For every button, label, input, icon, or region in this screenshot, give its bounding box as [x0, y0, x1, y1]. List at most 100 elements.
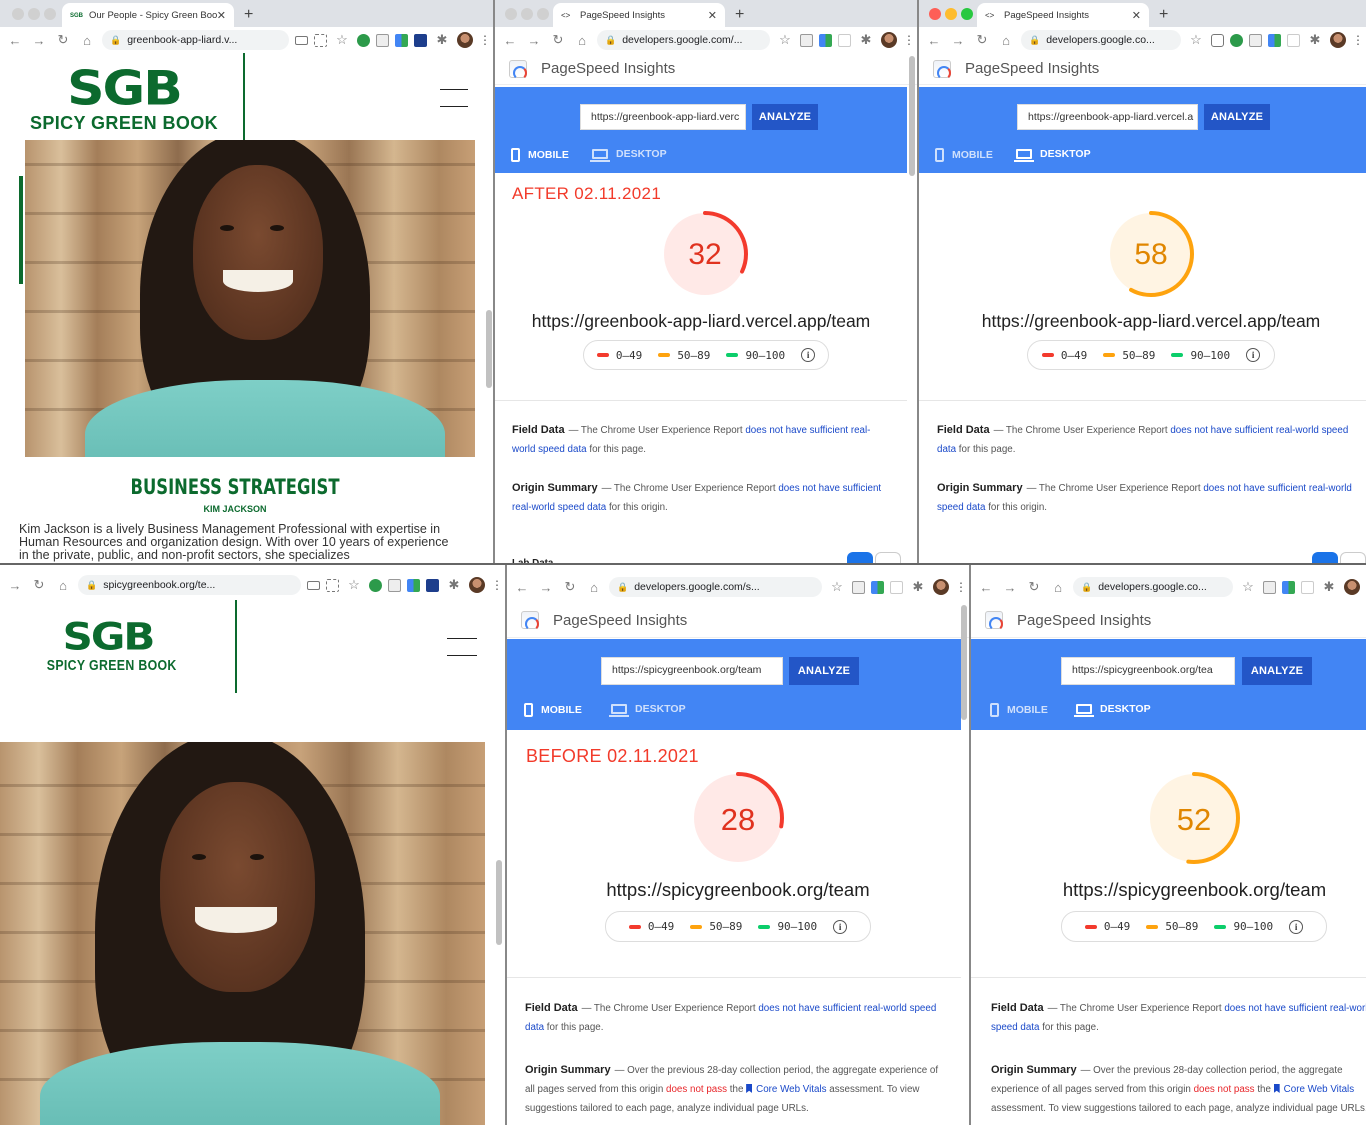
- reload-icon[interactable]: ↻: [30, 577, 48, 593]
- back-icon[interactable]: ←: [925, 33, 943, 48]
- home-icon[interactable]: ⌂: [585, 580, 603, 595]
- scrollbar[interactable]: [496, 860, 502, 945]
- forward-icon[interactable]: →: [949, 33, 967, 48]
- close-tab-icon[interactable]: ✕: [1132, 9, 1141, 22]
- extension-blue-icon[interactable]: [414, 33, 427, 47]
- bookmark-star-icon[interactable]: ☆: [333, 32, 351, 48]
- bookmark-star-icon[interactable]: ☆: [345, 577, 363, 593]
- extension-sp-icon[interactable]: [376, 33, 389, 47]
- back-icon[interactable]: ←: [977, 580, 995, 595]
- tab-mobile[interactable]: MOBILE: [511, 148, 569, 162]
- camera-icon[interactable]: [1211, 33, 1224, 47]
- scrollbar[interactable]: [486, 310, 492, 388]
- menu-icon[interactable]: ⋮: [955, 580, 967, 594]
- back-icon[interactable]: ←: [501, 33, 519, 48]
- core-web-vitals-link[interactable]: Core Web Vitals: [1273, 1084, 1354, 1095]
- extension-grid-icon[interactable]: [1282, 580, 1295, 594]
- tab-desktop[interactable]: DESKTOP: [590, 148, 667, 162]
- info-icon[interactable]: i: [801, 348, 816, 362]
- minimize-window-button[interactable]: [945, 8, 957, 20]
- analyze-button[interactable]: ANALYZE: [789, 657, 859, 685]
- browser-tab[interactable]: <> PageSpeed Insights ✕: [977, 3, 1149, 28]
- view-toggle-list[interactable]: [847, 552, 873, 563]
- extension-sp-icon[interactable]: [388, 578, 401, 592]
- zoom-window-button[interactable]: [537, 8, 549, 20]
- menu-icon[interactable]: ⋮: [903, 33, 915, 47]
- puzzle-icon[interactable]: ✱: [445, 577, 463, 593]
- back-icon[interactable]: ←: [513, 580, 531, 595]
- profile-avatar[interactable]: [1330, 32, 1346, 48]
- forward-icon[interactable]: →: [537, 580, 555, 595]
- info-icon[interactable]: i: [833, 919, 848, 934]
- hamburger-menu-icon[interactable]: [440, 89, 468, 107]
- extension-grid-icon[interactable]: [395, 33, 408, 47]
- new-tab-button[interactable]: +: [1159, 6, 1168, 24]
- tab-desktop[interactable]: DESKTOP: [1014, 148, 1091, 162]
- scrollbar[interactable]: [961, 605, 967, 720]
- forward-icon[interactable]: →: [1001, 580, 1019, 595]
- back-icon[interactable]: ←: [6, 33, 24, 48]
- profile-avatar[interactable]: [1344, 579, 1360, 595]
- analyze-button[interactable]: ANALYZE: [1204, 104, 1270, 130]
- menu-icon[interactable]: ⋮: [491, 578, 503, 592]
- puzzle-icon[interactable]: ✱: [909, 579, 927, 595]
- extension-sp-icon[interactable]: [1263, 580, 1276, 594]
- extension-grid-icon[interactable]: [1268, 33, 1281, 47]
- extension-blue-icon[interactable]: [426, 578, 439, 592]
- extension-sp-icon[interactable]: [800, 33, 813, 47]
- close-window-button[interactable]: [929, 8, 941, 20]
- profile-avatar[interactable]: [469, 577, 485, 593]
- analyze-button[interactable]: ANALYZE: [752, 104, 818, 130]
- extension-grid-icon[interactable]: [819, 33, 832, 47]
- info-icon[interactable]: i: [1246, 348, 1261, 362]
- close-window-button[interactable]: [505, 8, 517, 20]
- sgb-logo[interactable]: SGB SPICY GREEN BOOK: [36, 616, 180, 674]
- extension-shield-icon[interactable]: [1230, 33, 1243, 47]
- bookmark-star-icon[interactable]: ☆: [776, 32, 794, 48]
- address-bar[interactable]: 🔒 spicygreenbook.org/te...: [78, 575, 301, 595]
- address-bar[interactable]: 🔒 developers.google.com/s...: [609, 577, 822, 597]
- scrollbar[interactable]: [909, 56, 915, 176]
- bookmark-star-icon[interactable]: ☆: [1239, 579, 1257, 595]
- bookmark-star-icon[interactable]: ☆: [1187, 32, 1205, 48]
- extension-sp-icon[interactable]: [852, 580, 865, 594]
- new-tab-button[interactable]: +: [735, 6, 744, 24]
- home-icon[interactable]: ⌂: [997, 33, 1015, 48]
- url-input[interactable]: https://spicygreenbook.org/team: [601, 657, 783, 685]
- url-input[interactable]: https://greenbook-app-liard.verc: [580, 104, 746, 130]
- menu-icon[interactable]: ⋮: [479, 33, 491, 47]
- browser-tab[interactable]: <> PageSpeed Insights ✕: [553, 3, 725, 28]
- address-bar[interactable]: 🔒 developers.google.co...: [1021, 30, 1181, 50]
- zoom-window-button[interactable]: [961, 8, 973, 20]
- extension-blank-icon[interactable]: [890, 580, 903, 594]
- extension-blank-icon[interactable]: [1301, 580, 1314, 594]
- forward-icon[interactable]: →: [525, 33, 543, 48]
- extension-blank-icon[interactable]: [1287, 33, 1300, 47]
- view-toggle-list[interactable]: [1312, 552, 1338, 563]
- close-window-button[interactable]: [12, 8, 24, 20]
- puzzle-icon[interactable]: ✱: [1320, 579, 1338, 595]
- tab-desktop[interactable]: DESKTOP: [1074, 703, 1151, 717]
- address-bar[interactable]: 🔒 greenbook-app-liard.v...: [102, 30, 289, 50]
- home-icon[interactable]: ⌂: [1049, 580, 1067, 595]
- puzzle-icon[interactable]: ✱: [1306, 32, 1324, 48]
- tab-desktop[interactable]: DESKTOP: [609, 703, 686, 717]
- cast-icon[interactable]: [295, 35, 308, 45]
- reload-icon[interactable]: ↻: [1025, 579, 1043, 595]
- extension-grid-icon[interactable]: [407, 578, 420, 592]
- sgb-logo[interactable]: SGB SPICY GREEN BOOK: [14, 63, 234, 134]
- qr-icon[interactable]: [326, 578, 339, 592]
- url-input[interactable]: https://spicygreenbook.org/tea: [1061, 657, 1235, 685]
- home-icon[interactable]: ⌂: [54, 578, 72, 593]
- profile-avatar[interactable]: [457, 32, 473, 48]
- puzzle-icon[interactable]: ✱: [433, 32, 451, 48]
- reload-icon[interactable]: ↻: [549, 32, 567, 48]
- profile-avatar[interactable]: [933, 579, 949, 595]
- reload-icon[interactable]: ↻: [973, 32, 991, 48]
- reload-icon[interactable]: ↻: [561, 579, 579, 595]
- bookmark-star-icon[interactable]: ☆: [828, 579, 846, 595]
- core-web-vitals-link[interactable]: Core Web Vitals: [746, 1084, 827, 1095]
- info-icon[interactable]: i: [1289, 919, 1304, 934]
- reload-icon[interactable]: ↻: [54, 32, 72, 48]
- minimize-window-button[interactable]: [521, 8, 533, 20]
